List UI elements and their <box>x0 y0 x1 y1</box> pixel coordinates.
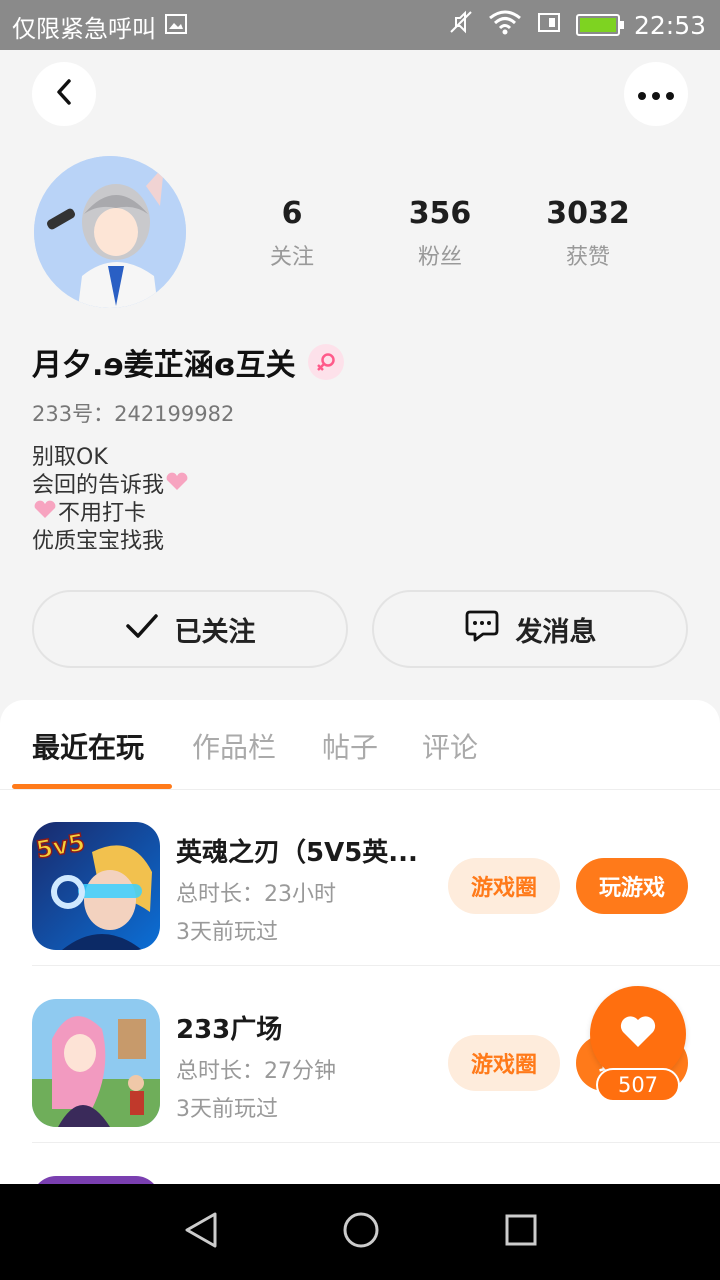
clock: 22:53 <box>633 10 706 40</box>
stat-likes[interactable]: 3032 获赞 <box>523 196 653 271</box>
stat-value: 3032 <box>546 196 630 231</box>
profile-stats: 6 关注 356 粉丝 3032 获赞 <box>220 196 660 276</box>
nav-recents-button[interactable] <box>501 1212 541 1252</box>
female-icon <box>307 344 344 380</box>
stat-followers[interactable]: 356 粉丝 <box>375 196 505 271</box>
heart-icon <box>164 472 190 498</box>
following-button[interactable]: 已关注 <box>32 590 348 668</box>
stat-value: 6 <box>281 196 303 231</box>
battery-icon <box>575 14 624 36</box>
tab-posts[interactable]: 帖子 <box>322 726 378 766</box>
game-icon[interactable]: 5v5 <box>32 822 160 950</box>
square-recents-icon <box>504 1213 538 1251</box>
game-community-button[interactable]: 游戏圈 <box>448 858 560 914</box>
image-icon <box>164 12 188 42</box>
sim-icon <box>536 9 562 41</box>
nav-back-button[interactable] <box>181 1212 221 1252</box>
divider <box>32 1142 720 1143</box>
divider <box>32 965 720 966</box>
bio-line: 不用打卡 <box>32 500 190 528</box>
user-id-value: 242199982 <box>114 402 235 426</box>
nickname: 月夕.ɘ姜芷涵ɞ互关 <box>32 348 296 383</box>
heart-icon <box>32 500 58 526</box>
wifi-icon <box>488 9 522 41</box>
mute-icon <box>448 9 474 41</box>
stat-value: 356 <box>408 196 472 231</box>
triangle-back-icon <box>183 1211 219 1253</box>
bio-line: 别取OK <box>32 445 108 470</box>
ellipsis-icon <box>638 85 674 104</box>
stat-following[interactable]: 6 关注 <box>227 196 357 271</box>
tab-bar: 最近在玩 作品栏 帖子 评论 <box>0 700 720 790</box>
following-label: 已关注 <box>174 616 256 648</box>
game-duration: 总时长：27分钟 <box>176 1059 337 1084</box>
like-count: 507 <box>596 1068 680 1102</box>
game-community-button[interactable]: 游戏圈 <box>448 1035 560 1091</box>
status-bar: 仅限紧急呼叫 22:53 <box>0 0 720 50</box>
stat-label: 粉丝 <box>417 245 462 270</box>
game-name[interactable]: 233广场 <box>176 1009 426 1046</box>
tab-recently-played[interactable]: 最近在玩 <box>32 726 144 766</box>
user-id-label: 233号： <box>32 402 115 426</box>
nav-home-button[interactable] <box>341 1212 381 1252</box>
check-icon <box>125 612 159 647</box>
game-row[interactable] <box>0 1144 720 1184</box>
game-icon[interactable] <box>32 999 160 1127</box>
bio-line: 会回的告诉我 <box>32 472 190 500</box>
chat-bubble-icon <box>464 609 500 650</box>
heart-icon <box>618 1014 658 1054</box>
user-id: 233号：242199982 <box>32 398 234 428</box>
stat-label: 获赞 <box>565 245 610 270</box>
tab-works[interactable]: 作品栏 <box>192 726 276 766</box>
game-last-played: 3天前玩过 <box>176 1097 278 1122</box>
game-last-played: 3天前玩过 <box>176 920 278 945</box>
game-icon[interactable] <box>32 1176 160 1184</box>
bio: 别取OK 会回的告诉我 不用打卡 优质宝宝找我 <box>32 444 190 556</box>
nickname-row: 月夕.ɘ姜芷涵ɞ互关 <box>32 340 344 384</box>
message-button[interactable]: 发消息 <box>372 590 688 668</box>
game-row[interactable]: 5v5 英魂之刃（5V5英... 总时长：23小时 3天前玩过 游戏圈 玩游戏 <box>0 790 720 966</box>
system-nav-bar <box>0 1184 720 1280</box>
play-game-button[interactable]: 玩游戏 <box>576 858 688 914</box>
stat-label: 关注 <box>269 245 314 270</box>
message-label: 发消息 <box>515 616 597 648</box>
tab-comments[interactable]: 评论 <box>422 726 478 766</box>
game-name[interactable]: 英魂之刃（5V5英... <box>176 832 426 869</box>
carrier-text: 仅限紧急呼叫 <box>12 15 156 43</box>
content-panel: 最近在玩 作品栏 帖子 评论 5v5 英魂之刃（5V5英... 总时长：23小时… <box>0 700 720 1184</box>
tab-indicator <box>12 784 172 789</box>
circle-home-icon <box>342 1211 380 1253</box>
game-duration: 总时长：23小时 <box>176 882 337 907</box>
back-button[interactable] <box>32 62 96 126</box>
avatar[interactable] <box>34 156 186 308</box>
chevron-left-icon <box>54 78 74 110</box>
more-button[interactable] <box>624 62 688 126</box>
bio-line: 优质宝宝找我 <box>32 529 165 554</box>
